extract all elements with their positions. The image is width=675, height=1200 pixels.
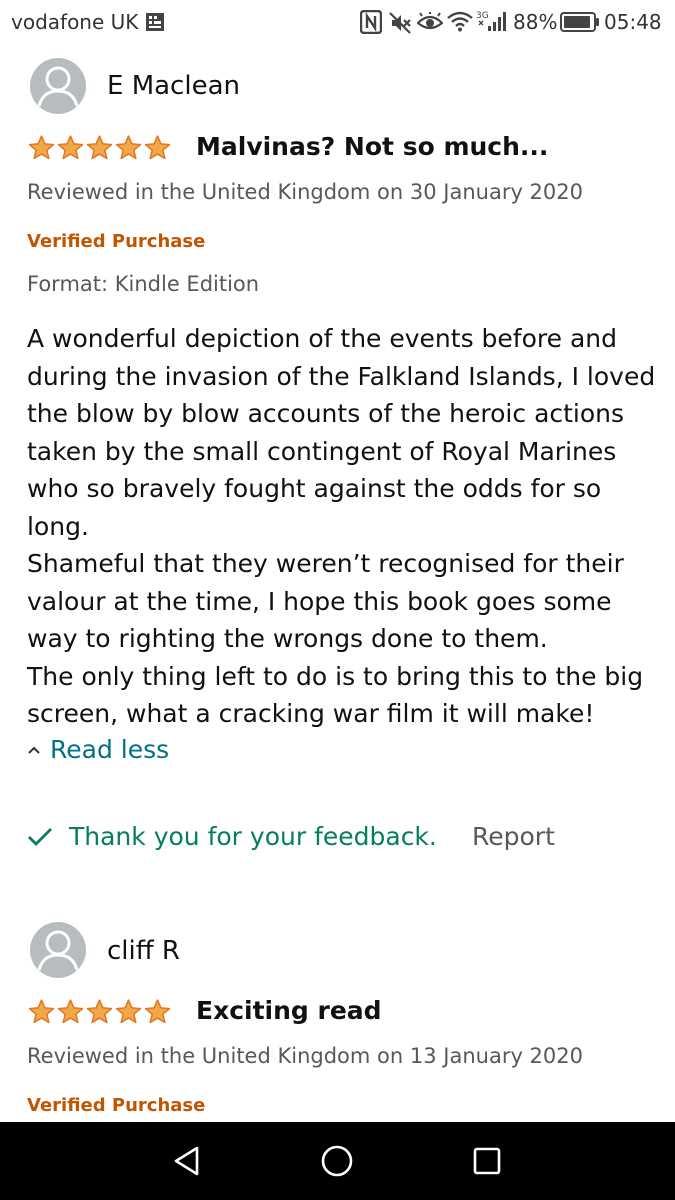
nav-back-button[interactable] <box>170 1144 204 1182</box>
avatar-icon <box>37 930 79 971</box>
star-icon <box>144 999 171 1024</box>
reviewer-name[interactable]: E Maclean <box>107 71 240 101</box>
nfc-icon <box>359 9 383 38</box>
eye-icon <box>416 11 444 36</box>
nav-home-icon <box>321 1145 353 1177</box>
avatar-icon <box>37 66 79 107</box>
nav-back-icon <box>174 1146 199 1176</box>
clock: 05:48 <box>604 10 662 34</box>
battery-icon <box>560 12 600 36</box>
mute-icon <box>388 11 412 39</box>
sim-icon <box>145 12 165 36</box>
wifi-icon <box>447 10 473 36</box>
star-rating <box>27 134 172 162</box>
star-icon <box>57 135 84 160</box>
review-body: A wonderful depiction of the events befo… <box>27 320 657 733</box>
reviewer-name[interactable]: cliff R <box>107 936 180 966</box>
nav-home-button[interactable] <box>320 1144 354 1182</box>
verified-purchase-badge: Verified Purchase <box>27 231 206 252</box>
navigation-bar <box>0 1122 675 1200</box>
avatar[interactable] <box>30 922 86 978</box>
feedback-message: Thank you for your feedback. <box>69 822 437 851</box>
star-icon <box>28 999 55 1024</box>
status-bar: vodafone UK 3G 88% 05:48 <box>0 0 675 46</box>
nav-recents-icon <box>473 1147 501 1175</box>
review-date: Reviewed in the United Kingdom on 30 Jan… <box>27 180 583 204</box>
review-paragraph: Shameful that they weren’t recognised fo… <box>27 549 624 653</box>
carrier-name: vodafone UK <box>11 10 139 34</box>
star-icon <box>86 999 113 1024</box>
star-rating <box>27 998 172 1026</box>
review-paragraph: A wonderful depiction of the events befo… <box>27 324 656 541</box>
review-paragraph: The only thing left to do is to bring th… <box>27 661 644 729</box>
battery-percent: 88% <box>513 10 558 34</box>
star-icon <box>115 999 142 1024</box>
format-label: Format: Kindle Edition <box>27 272 260 296</box>
star-icon <box>28 135 55 160</box>
verified-purchase-badge: Verified Purchase <box>27 1095 206 1116</box>
signal-icon: 3G <box>476 9 510 37</box>
review-title: Malvinas? Not so much... <box>196 132 549 161</box>
star-icon <box>57 999 84 1024</box>
check-icon <box>28 827 52 846</box>
avatar[interactable] <box>30 58 86 114</box>
feedback-confirmation: Thank you for your feedback. <box>27 822 437 851</box>
review-title: Exciting read <box>196 996 382 1025</box>
network-type-label: 3G <box>476 11 489 21</box>
read-less-label: Read less <box>50 735 170 764</box>
star-icon <box>115 135 142 160</box>
chevron-up-icon <box>28 746 40 754</box>
star-icon <box>144 135 171 160</box>
star-icon <box>86 135 113 160</box>
review-date: Reviewed in the United Kingdom on 13 Jan… <box>27 1044 583 1068</box>
nav-recents-button[interactable] <box>472 1146 502 1180</box>
read-less-link[interactable]: Read less <box>27 735 169 764</box>
report-link[interactable]: Report <box>472 822 555 851</box>
